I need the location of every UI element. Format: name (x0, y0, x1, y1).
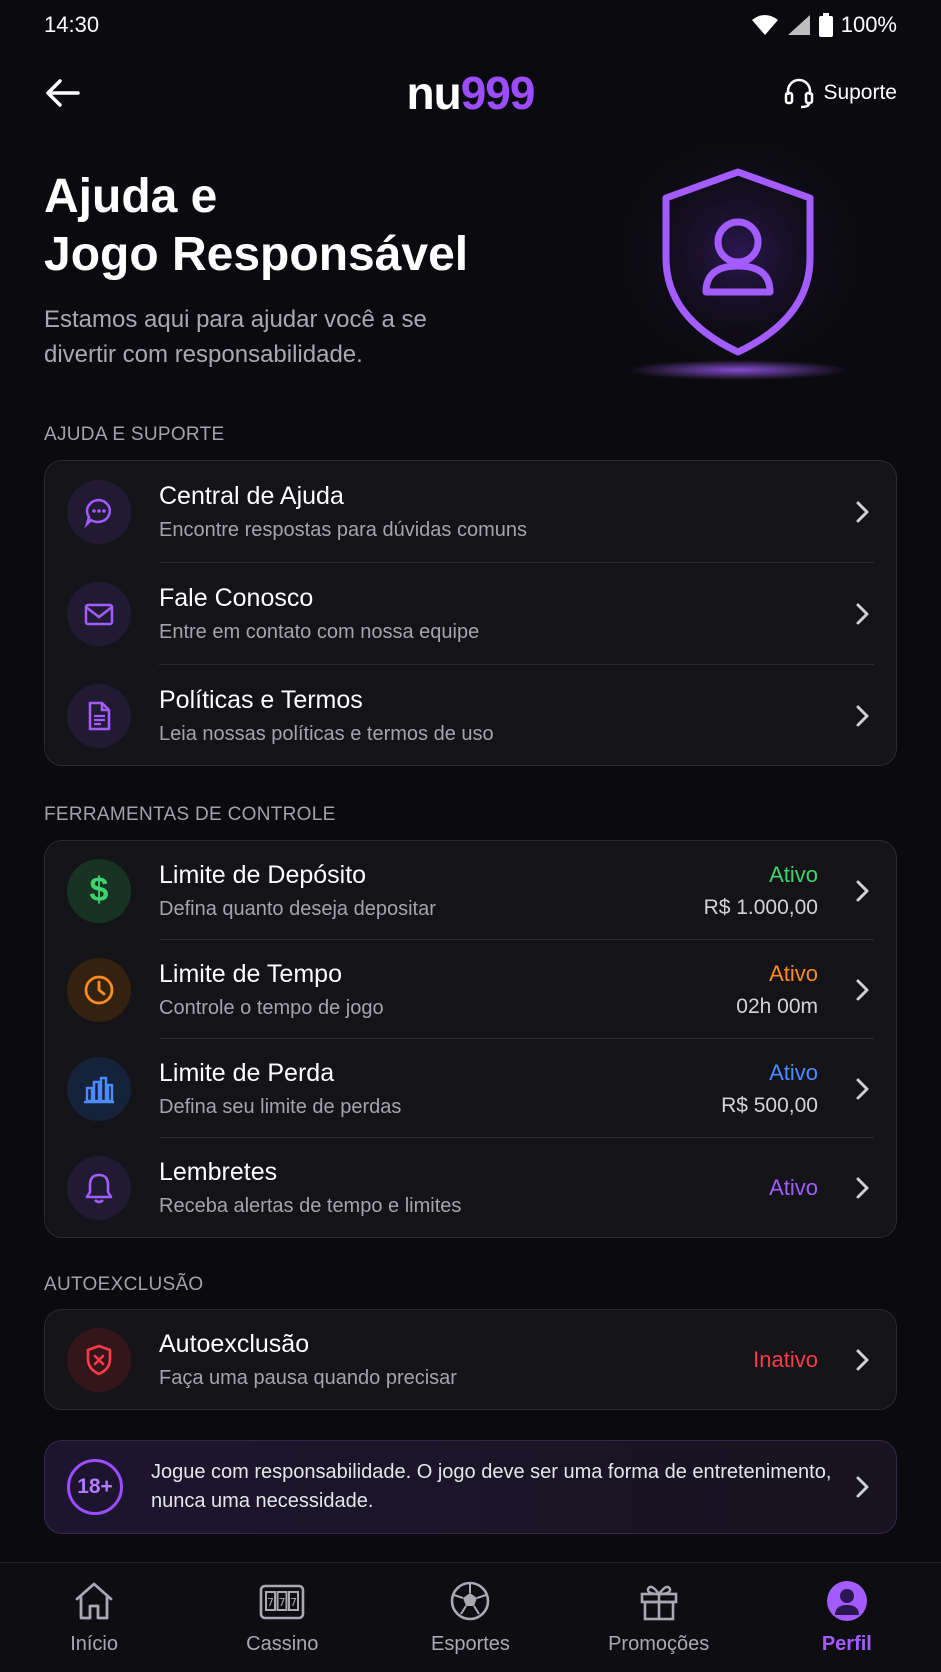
chevron-right-icon (856, 705, 869, 727)
tools-card: $ Limite de Depósito Defina quanto desej… (44, 840, 897, 1238)
tool-item-title: Limite de Perda (159, 1058, 335, 1087)
tool-item-title: Lembretes (159, 1157, 278, 1186)
battery-icon (818, 13, 833, 37)
age-18-badge: 18+ (67, 1459, 123, 1515)
chevron-right-icon (856, 501, 869, 523)
chevron-right-icon (856, 979, 869, 1000)
help-card: Central de Ajuda Encontre respostas para… (44, 460, 897, 766)
dollar-icon: $ (67, 858, 131, 923)
chevron-right-icon (856, 880, 869, 901)
status-time: 14:30 (44, 12, 100, 37)
battery-percent: 100% (840, 12, 897, 37)
nav-label: Esportes (431, 1633, 510, 1655)
nav-label: Promoções (608, 1633, 710, 1655)
tool-item-subtitle: Defina quanto deseja depositar (159, 897, 436, 920)
help-item-subtitle: Entre em contato com nossa equipe (159, 621, 480, 643)
tool-item-subtitle: Defina seu limite de perdas (159, 1095, 402, 1118)
exclusion-item-title: Autoexclusão (159, 1329, 310, 1358)
clock-icon (67, 957, 131, 1022)
shield-x-icon (67, 1327, 131, 1392)
signal-icon (787, 15, 810, 35)
nav-item-promocoes[interactable]: Promoções (579, 1579, 739, 1656)
status-indicators: 100% (751, 12, 897, 38)
slot-machine-icon: 777 (259, 1584, 305, 1620)
nav-label: Início (70, 1633, 118, 1655)
exclusion-section-label: AUTOEXCLUSÃO (44, 1274, 204, 1295)
status-badge: Ativo (769, 1174, 818, 1200)
help-item-central[interactable]: Central de Ajuda Encontre respostas para… (45, 461, 896, 563)
headset-icon (785, 78, 814, 108)
tool-item-subtitle: Receba alertas de tempo e limites (159, 1194, 462, 1217)
limit-value: R$ 1.000,00 (703, 895, 818, 919)
status-badge: Ativo (769, 1059, 818, 1085)
tool-item-title: Limite de Tempo (159, 959, 342, 988)
app-header: nu999 Suporte (0, 55, 941, 130)
chat-bubble-icon (67, 480, 131, 544)
nav-item-esportes[interactable]: Esportes (390, 1579, 550, 1656)
shield-user-icon (610, 140, 870, 390)
self-exclusion-item[interactable]: Autoexclusão Faça uma pausa quando preci… (45, 1310, 896, 1409)
document-icon (67, 684, 131, 748)
tool-item-subtitle: Controle o tempo de jogo (159, 996, 384, 1019)
chevron-right-icon (856, 1476, 869, 1498)
banner-text: Jogue com responsabilidade. O jogo deve … (151, 1461, 832, 1512)
help-item-contact[interactable]: Fale Conosco Entre em contato com nossa … (45, 563, 896, 665)
status-bar: 14:30 100% (0, 0, 941, 50)
tool-item-deposit-limit[interactable]: $ Limite de Depósito Defina quanto desej… (45, 841, 896, 940)
bell-icon (67, 1155, 131, 1220)
support-button[interactable]: Suporte (783, 77, 897, 109)
status-badge: Ativo (769, 861, 818, 887)
help-item-subtitle: Leia nossas políticas e termos de uso (159, 723, 494, 745)
nav-label: Cassino (246, 1633, 319, 1655)
logo-part-a: nu (406, 66, 462, 119)
wifi-icon (751, 15, 778, 35)
help-section-label: AJUDA E SUPORTE (44, 424, 225, 445)
svg-text:7: 7 (290, 1596, 297, 1609)
chevron-right-icon (856, 1349, 869, 1370)
back-button[interactable] (44, 71, 88, 115)
gift-icon (640, 1585, 677, 1621)
bar-chart-icon (67, 1056, 131, 1121)
page-subtitle: Estamos aqui para ajudar você a se diver… (44, 306, 427, 368)
limit-value: R$ 500,00 (721, 1093, 818, 1117)
app-logo: nu999 (406, 66, 536, 120)
limit-value: 02h 00m (736, 994, 818, 1018)
hero-section: Ajuda e Jogo Responsável Estamos aqui pa… (44, 168, 604, 372)
tool-item-time-limit[interactable]: Limite de Tempo Controle o tempo de jogo… (45, 940, 896, 1039)
help-item-policies[interactable]: Políticas e Termos Leia nossas políticas… (45, 665, 896, 767)
page-title-line2: Jogo Responsável (44, 228, 469, 281)
nav-item-cassino[interactable]: 777 Cassino (202, 1579, 362, 1656)
nav-item-perfil[interactable]: Perfil (767, 1579, 927, 1656)
tool-item-loss-limit[interactable]: Limite de Perda Defina seu limite de per… (45, 1039, 896, 1138)
bottom-nav: Início 777 Cassino Esportes Promoções Pe… (0, 1562, 941, 1672)
help-item-title: Central de Ajuda (159, 482, 344, 510)
profile-icon (826, 1581, 867, 1621)
help-item-title: Políticas e Termos (159, 686, 363, 714)
exclusion-item-subtitle: Faça uma pausa quando precisar (159, 1366, 457, 1389)
envelope-icon (67, 582, 131, 646)
responsible-gaming-banner[interactable]: 18+ Jogue com responsabilidade. O jogo d… (44, 1440, 897, 1534)
chevron-right-icon (856, 1078, 869, 1099)
svg-text:7: 7 (267, 1596, 274, 1609)
nav-label: Perfil (821, 1633, 872, 1655)
arrow-left-icon (46, 78, 80, 107)
status-badge: Inativo (753, 1346, 818, 1372)
status-badge: Ativo (769, 960, 818, 986)
chevron-right-icon (856, 603, 869, 625)
soccer-ball-icon (451, 1581, 490, 1621)
help-item-subtitle: Encontre respostas para dúvidas comuns (159, 519, 527, 541)
exclusion-card: Autoexclusão Faça uma pausa quando preci… (44, 1309, 897, 1410)
nav-item-inicio[interactable]: Início (14, 1579, 174, 1656)
tools-section-label: FERRAMENTAS DE CONTROLE (44, 804, 336, 825)
home-icon (75, 1582, 113, 1620)
tool-item-title: Limite de Depósito (159, 860, 367, 889)
page-title-line1: Ajuda e (44, 170, 218, 223)
tool-item-reminders[interactable]: Lembretes Receba alertas de tempo e limi… (45, 1138, 896, 1237)
page-title: Ajuda e Jogo Responsável (44, 168, 604, 284)
help-item-title: Fale Conosco (159, 584, 314, 612)
logo-part-b: 999 (460, 66, 536, 119)
svg-text:7: 7 (279, 1596, 286, 1609)
support-label: Suporte (823, 80, 897, 104)
chevron-right-icon (856, 1177, 869, 1198)
